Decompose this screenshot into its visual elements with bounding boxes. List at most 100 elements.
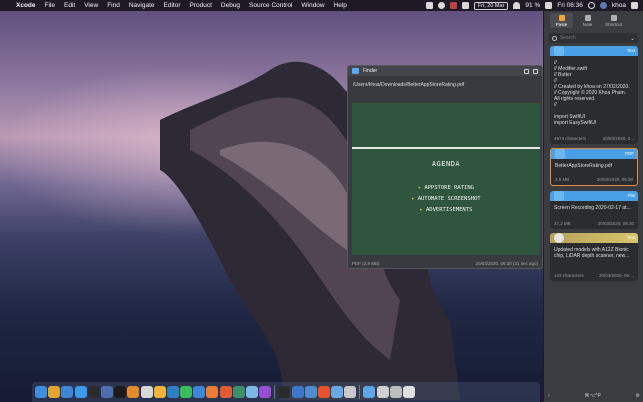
menu-view[interactable]: View: [84, 2, 98, 9]
open-external-icon[interactable]: [524, 68, 529, 74]
window-1-icon[interactable]: [376, 386, 389, 398]
github-icon[interactable]: [278, 386, 291, 398]
status-volume-icon[interactable]: [545, 2, 553, 9]
control-center-icon[interactable]: [631, 2, 638, 9]
window-2-icon[interactable]: [389, 386, 402, 398]
slide-item-text: APPSTORE RATING: [424, 185, 474, 191]
settings-gear-icon[interactable]: ⚙: [636, 393, 640, 399]
clip-card-file[interactable]: File Screen Recording 2020-02-17 at... 3…: [550, 191, 638, 229]
folder-icon[interactable]: [246, 386, 258, 398]
finder-preview-window: Finder /Users/khoa/Downloads/BetterAppSt…: [347, 65, 543, 269]
collapse-chevron-icon[interactable]: ›: [548, 393, 550, 399]
card-type-badge: Text: [626, 48, 635, 53]
chrome-icon[interactable]: [48, 386, 61, 398]
music-icon[interactable]: [344, 386, 357, 398]
card-time: 20/03/2020, 06:30: [596, 177, 633, 182]
finder-icon: [352, 68, 359, 74]
menu-navigate[interactable]: Navigate: [129, 2, 155, 9]
menu-find[interactable]: Find: [107, 2, 120, 9]
menu-battery[interactable]: 91 %: [525, 2, 540, 9]
shortcut-hint: ⌘⌥^P: [584, 393, 601, 399]
preview-title: Finder: [363, 68, 378, 74]
card-content: // // Modifier.swift // Butter // // Cre…: [554, 60, 630, 126]
chevron-down-icon[interactable]: ⌄: [630, 35, 635, 42]
chrome-icon: [554, 233, 564, 243]
brave-icon[interactable]: [317, 386, 330, 398]
vscode-icon[interactable]: [166, 386, 179, 398]
slide-heading: AGENDA: [431, 160, 461, 168]
preview-file-type: PDF (2,9 MB): [352, 261, 380, 266]
slide-item: ▸ ADVERTISEMENTS: [352, 205, 540, 216]
xcode-icon[interactable]: [61, 386, 74, 398]
clipboard-panel: Paste Note Shortcut ⌄ Text // // Modifie…: [543, 11, 643, 402]
clip-card-pdf[interactable]: PDF BetterAppStoreRating.pdf 2,9 MB 20/0…: [550, 148, 638, 186]
preview-title-bar: Finder: [348, 66, 542, 76]
card-meta: 37,2 MB: [554, 221, 571, 226]
menu-editor[interactable]: Editor: [164, 2, 181, 9]
clip-card-text[interactable]: Text Updated models with A12Z Bionic chi…: [550, 233, 638, 281]
preview-icon[interactable]: [304, 386, 317, 398]
clip-card-text[interactable]: Text // // Modifier.swift // Butter // /…: [550, 46, 638, 144]
card-content: Updated models with A12Z Bionic chip, Li…: [554, 247, 630, 259]
tab-shortcut[interactable]: Shortcut: [602, 13, 625, 28]
safari-icon[interactable]: [193, 386, 206, 398]
card-time: 20/03/2020, 06:...: [598, 273, 634, 278]
tab-label: Paste: [555, 22, 568, 27]
tab-paste[interactable]: Paste: [550, 13, 573, 28]
menu-edit[interactable]: Edit: [64, 2, 75, 9]
tab-note[interactable]: Note: [576, 13, 599, 28]
sketch-icon[interactable]: [153, 386, 166, 398]
search-icon: [552, 35, 557, 41]
bullet-icon: ▸: [419, 207, 423, 213]
status-display-icon[interactable]: [461, 2, 469, 9]
terminal-icon[interactable]: [87, 386, 100, 398]
spotlight-icon[interactable]: [587, 2, 595, 9]
preview-timestamp: 20/03/2020, 06:30 (31 sec ago): [475, 261, 538, 266]
bullet-icon: ▸: [418, 185, 422, 191]
card-footer: 2,9 MB 20/03/2020, 06:30: [555, 177, 633, 182]
menu-window[interactable]: Window: [301, 2, 324, 9]
podcasts-icon[interactable]: [259, 386, 272, 398]
tab-label: Shortcut: [605, 22, 622, 27]
slide-item: ▸ AUTOMATE SCREENSHOT: [352, 194, 540, 205]
status-app-icon[interactable]: [425, 2, 433, 9]
menu-app-name[interactable]: Xcode: [16, 2, 36, 9]
slide-item-text: AUTOMATE SCREENSHOT: [417, 196, 481, 202]
card-footer: 133 characters 20/03/2020, 06:...: [554, 273, 634, 278]
onepassword-icon[interactable]: [291, 386, 304, 398]
search-input[interactable]: [559, 35, 627, 41]
menu-source-control[interactable]: Source Control: [249, 2, 292, 9]
menu-debug[interactable]: Debug: [221, 2, 240, 9]
card-meta: 2,9 MB: [555, 177, 570, 182]
card-footer: 4974 characters 20/03/2020, 0...: [554, 136, 634, 141]
shortcut-icon: [610, 15, 617, 21]
status-shield-icon[interactable]: [437, 2, 445, 9]
photos-icon[interactable]: [140, 386, 153, 398]
downloads-folder-icon[interactable]: [363, 386, 376, 398]
menu-clock[interactable]: Fri 06:36: [557, 2, 583, 9]
window-3-icon[interactable]: [403, 386, 416, 398]
swift-icon[interactable]: [206, 386, 219, 398]
menu-product[interactable]: Product: [189, 2, 211, 9]
appstore-icon[interactable]: [74, 386, 87, 398]
mail-icon[interactable]: [331, 386, 344, 398]
iterm-icon[interactable]: [114, 386, 127, 398]
user-avatar[interactable]: [599, 2, 607, 9]
finder-icon[interactable]: [35, 386, 47, 398]
simulator-icon[interactable]: [100, 386, 113, 398]
firefox-icon[interactable]: [219, 386, 232, 398]
status-flag-icon[interactable]: [449, 2, 457, 9]
menu-date[interactable]: Fri, 20 Mar: [473, 1, 509, 10]
card-footer: 37,2 MB 20/03/2020, 06:30: [554, 221, 634, 226]
menu-user-name[interactable]: khoa: [612, 2, 626, 9]
menu-file[interactable]: File: [45, 2, 55, 9]
whatsapp-icon[interactable]: [180, 386, 193, 398]
gitkraken-icon[interactable]: [232, 386, 245, 398]
status-wifi-icon[interactable]: [513, 2, 521, 9]
menu-extras: Fri, 20 Mar 91 % Fri 06:36 khoa: [425, 0, 638, 11]
sublime-icon[interactable]: [127, 386, 140, 398]
finder-icon: [554, 191, 564, 201]
trash-icon[interactable]: [533, 68, 538, 74]
menu-help[interactable]: Help: [334, 2, 347, 9]
slide-items: ▸ APPSTORE RATING ▸ AUTOMATE SCREENSHOT ▸ A…: [352, 183, 540, 216]
